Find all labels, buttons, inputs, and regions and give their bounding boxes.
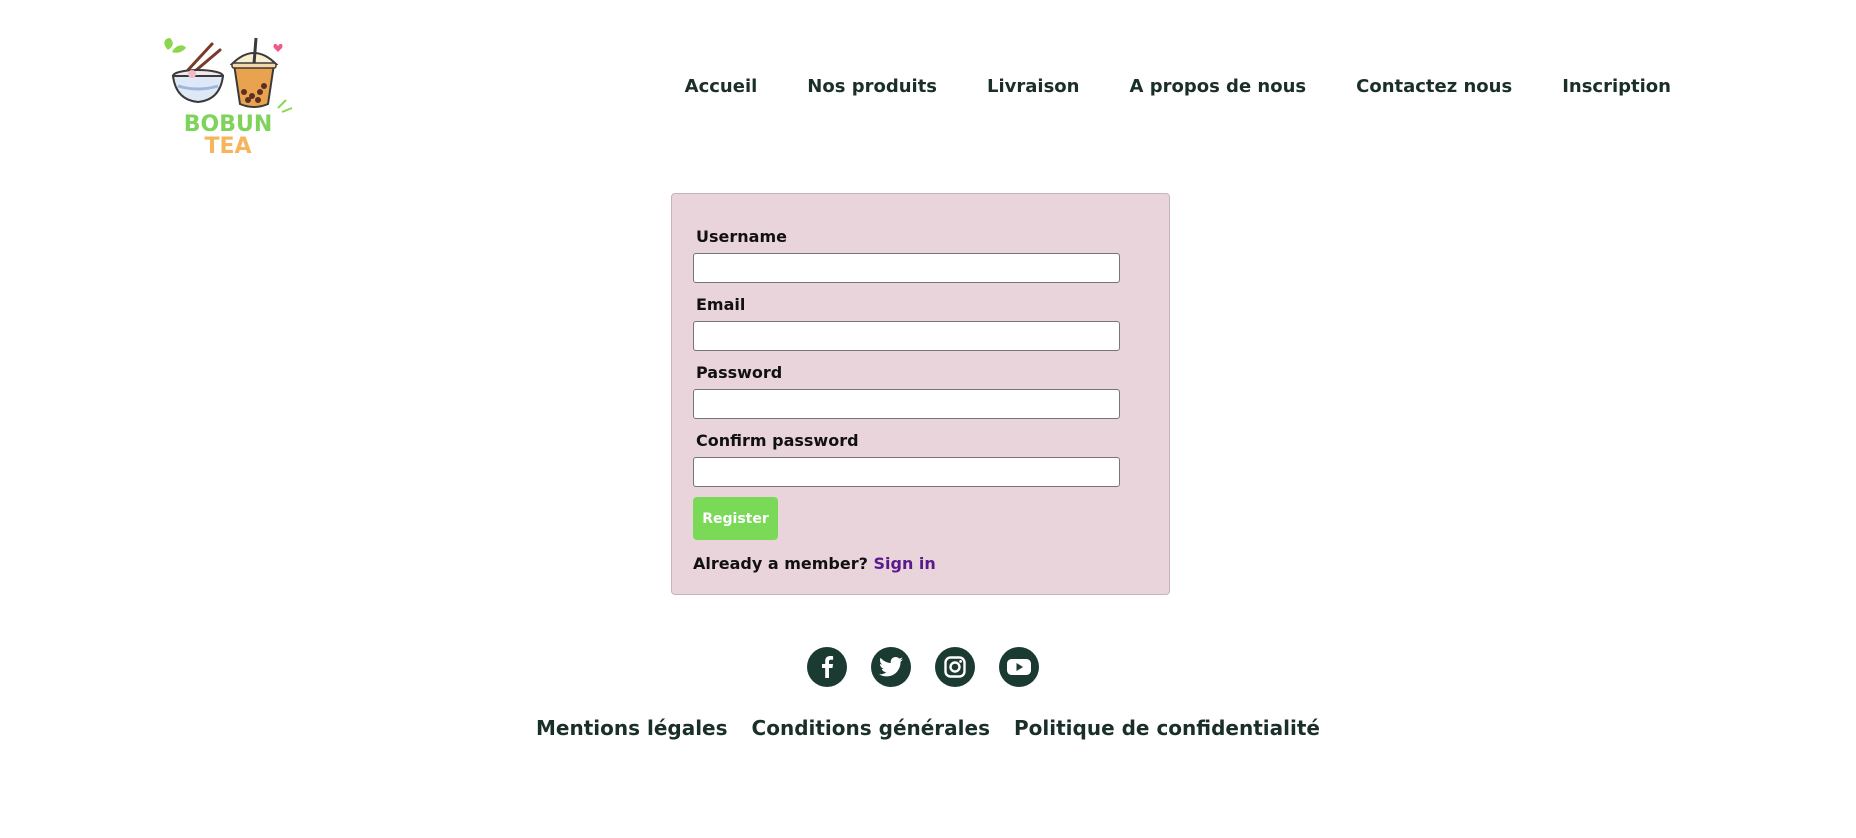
footer-links: Mentions légales Conditions générales Po…: [0, 716, 1856, 740]
nav-item-livraison[interactable]: Livraison: [987, 76, 1079, 97]
nav-item-inscription[interactable]: Inscription: [1562, 76, 1671, 97]
facebook-button[interactable]: [807, 647, 847, 687]
nav-item-a-propos[interactable]: A propos de nous: [1130, 76, 1307, 97]
facebook-icon: [822, 656, 834, 678]
nav-item-accueil[interactable]: Accueil: [685, 76, 758, 97]
logo-illustration: [164, 37, 293, 113]
twitter-icon: [879, 657, 903, 677]
footer-link-mentions-legales[interactable]: Mentions légales: [536, 716, 728, 740]
footer-link-conditions-generales[interactable]: Conditions générales: [752, 716, 990, 740]
password-input[interactable]: [693, 389, 1120, 419]
email-input[interactable]: [693, 321, 1120, 351]
register-button[interactable]: Register: [693, 497, 778, 540]
brand-logo[interactable]: BOBUN TEA: [160, 34, 296, 162]
youtube-icon: [1007, 659, 1031, 675]
brand-name-line2: TEA: [204, 134, 252, 159]
nav-item-contactez-nous[interactable]: Contactez nous: [1356, 76, 1512, 97]
instagram-icon: [944, 656, 966, 678]
page: BOBUN TEA Accueil Nos produits Livraison…: [0, 0, 1856, 838]
confirm-password-input[interactable]: [693, 457, 1120, 487]
twitter-button[interactable]: [871, 647, 911, 687]
email-label: Email: [696, 295, 746, 314]
already-member-line: Already a member? Sign in: [693, 554, 936, 573]
instagram-button[interactable]: [935, 647, 975, 687]
social-links: [807, 647, 1039, 687]
register-form-card: Username Email Password Confirm password…: [671, 193, 1170, 595]
nav-item-nos-produits[interactable]: Nos produits: [807, 76, 937, 97]
youtube-button[interactable]: [999, 647, 1039, 687]
confirm-password-label: Confirm password: [696, 431, 859, 450]
username-input[interactable]: [693, 253, 1120, 283]
password-label: Password: [696, 363, 783, 382]
sign-in-link[interactable]: Sign in: [873, 554, 935, 573]
main-nav: Accueil Nos produits Livraison A propos …: [635, 76, 1671, 97]
brand-name-line1: BOBUN: [183, 112, 273, 137]
username-label: Username: [696, 227, 787, 246]
footer-link-politique-confidentialite[interactable]: Politique de confidentialité: [1014, 716, 1320, 740]
already-member-text: Already a member?: [693, 554, 868, 573]
